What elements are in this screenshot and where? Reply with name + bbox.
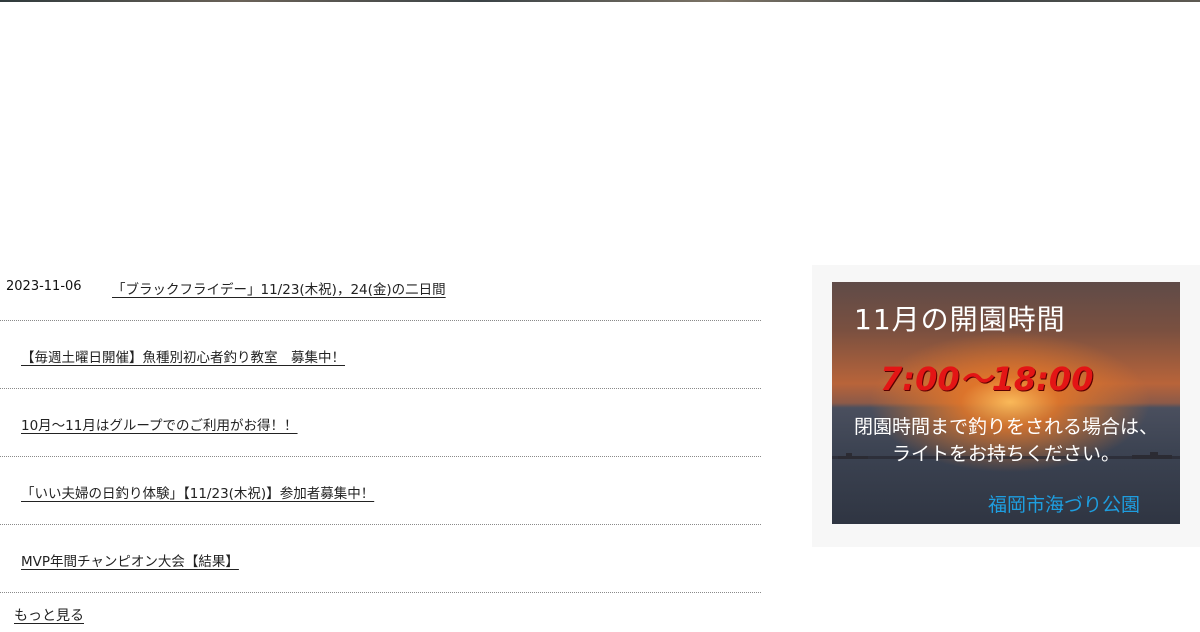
news-item: 10月～11月はグループでのご利用がお得！！ xyxy=(0,389,761,457)
news-link[interactable]: MVP年間チャンピオン大会【結果】 xyxy=(21,550,239,570)
park-name: 福岡市海づり公園 xyxy=(987,494,1140,516)
opening-hours-banner[interactable]: 11月の開園時間 7:00～18:00 閉園時間まで釣りをされる場合は、 ライト… xyxy=(832,282,1180,524)
news-item: MVP年間チャンピオン大会【結果】 xyxy=(0,525,761,593)
banner-notice: 閉園時間まで釣りをされる場合は、 ライトをお持ちください。 xyxy=(832,414,1180,468)
news-link[interactable]: 「ブラックフライデー」11/23(木祝)，24(金)の二日間 xyxy=(112,278,446,298)
news-list: 2023-11-06 「ブラックフライデー」11/23(木祝)，24(金)の二日… xyxy=(0,253,761,593)
news-date: 2023-11-06 xyxy=(6,279,82,294)
header-image-edge xyxy=(0,0,1200,2)
notice-line: 閉園時間まで釣りをされる場合は、 xyxy=(853,416,1158,438)
banner-title: 11月の開園時間 xyxy=(854,303,1066,336)
news-link[interactable]: 【毎週土曜日開催】魚種別初心者釣り教室 募集中！ xyxy=(21,346,345,366)
opening-hours-time: 7:00～18:00 xyxy=(880,360,1094,398)
more-news-link[interactable]: もっと見る xyxy=(14,605,84,625)
news-link[interactable]: 10月～11月はグループでのご利用がお得！！ xyxy=(21,414,298,434)
news-link[interactable]: 「いい夫婦の日釣り体験」【11/23(木祝)】参加者募集中！ xyxy=(21,482,374,502)
notice-line: ライトをお持ちください。 xyxy=(891,443,1120,465)
news-item: 【毎週土曜日開催】魚種別初心者釣り教室 募集中！ xyxy=(0,321,761,389)
news-item: 2023-11-06 「ブラックフライデー」11/23(木祝)，24(金)の二日… xyxy=(0,253,761,321)
news-item: 「いい夫婦の日釣り体験」【11/23(木祝)】参加者募集中！ xyxy=(0,457,761,525)
